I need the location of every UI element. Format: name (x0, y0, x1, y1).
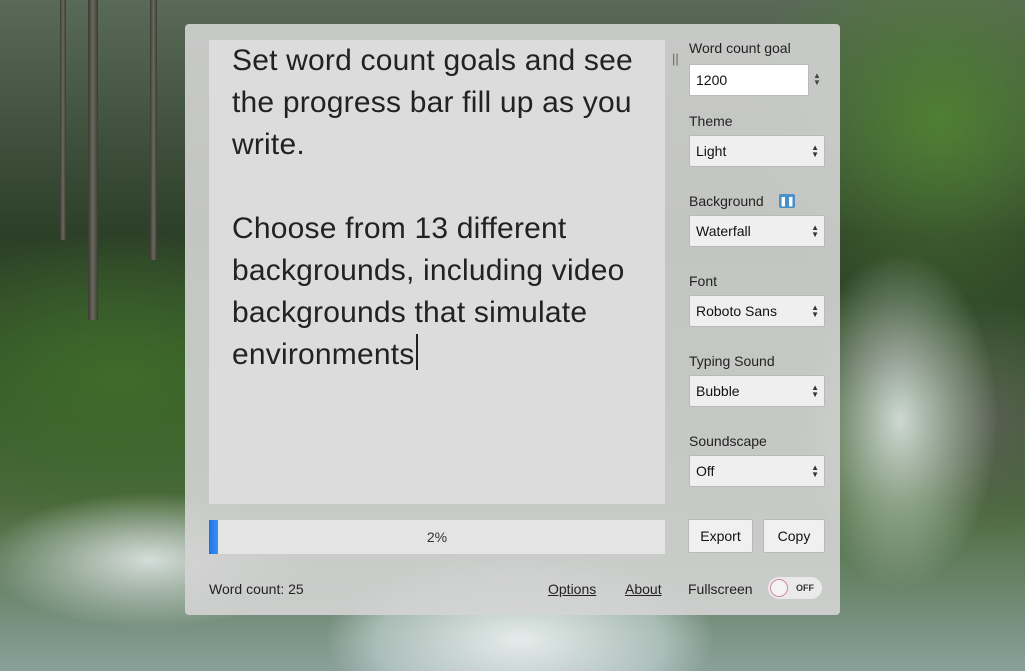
font-select[interactable]: Roboto Sans ▲ ▼ (689, 295, 825, 327)
tree-trunk (150, 0, 157, 260)
toggle-state: OFF (796, 583, 814, 593)
toggle-knob (770, 579, 788, 597)
background-select[interactable]: Waterfall ▲ ▼ (689, 215, 825, 247)
select-arrows-icon: ▲ ▼ (811, 463, 819, 479)
fullscreen-label: Fullscreen (688, 581, 753, 597)
editor-paragraph: Set word count goals and see the progres… (232, 44, 633, 161)
copy-button[interactable]: Copy (763, 519, 825, 553)
progress-fill (209, 520, 219, 554)
editor-paragraph: Choose from 13 different backgrounds, in… (232, 208, 655, 376)
typing-sound-value: Bubble (696, 383, 740, 399)
editor-paragraph-text: Choose from 13 different backgrounds, in… (232, 212, 625, 371)
theme-value: Light (696, 143, 727, 159)
theme-label: Theme (689, 113, 733, 129)
drag-handle-icon[interactable]: || (672, 52, 679, 65)
number-stepper-icon[interactable]: ▲ ▼ (813, 72, 821, 87)
background-label: Background (689, 193, 764, 209)
about-link[interactable]: About (625, 581, 662, 597)
soundscape-value: Off (696, 463, 715, 479)
select-arrows-icon: ▲ ▼ (811, 223, 819, 239)
soundscape-select[interactable]: Off ▲ ▼ (689, 455, 825, 487)
select-arrows-icon: ▲ ▼ (811, 303, 819, 319)
options-link[interactable]: Options (548, 581, 596, 597)
select-arrows-icon: ▲ ▼ (811, 143, 819, 159)
writing-app-panel: Set word count goals and see the progres… (185, 24, 840, 615)
fullscreen-toggle[interactable]: OFF (768, 577, 822, 599)
word-goal-label: Word count goal (689, 40, 791, 56)
font-label: Font (689, 273, 718, 289)
word-count: Word count: 25 (209, 581, 304, 597)
theme-select[interactable]: Light ▲ ▼ (689, 135, 825, 167)
word-goal-input[interactable]: 1200 (689, 64, 809, 96)
select-arrows-icon: ▲ ▼ (811, 383, 819, 399)
tree-trunk (88, 0, 98, 320)
typing-sound-label: Typing Sound (689, 353, 775, 369)
word-goal-progress-bar: 2% (209, 520, 665, 554)
progress-percent: 2% (426, 529, 448, 545)
background-value: Waterfall (696, 223, 751, 239)
tree-trunk (60, 0, 66, 240)
export-button[interactable]: Export (688, 519, 753, 553)
typing-sound-select[interactable]: Bubble ▲ ▼ (689, 375, 825, 407)
pause-icon[interactable]: ❚❚ (779, 194, 795, 208)
soundscape-label: Soundscape (689, 433, 767, 449)
font-value: Roboto Sans (696, 303, 777, 319)
text-cursor (415, 334, 418, 370)
text-editor[interactable]: Set word count goals and see the progres… (209, 40, 665, 504)
